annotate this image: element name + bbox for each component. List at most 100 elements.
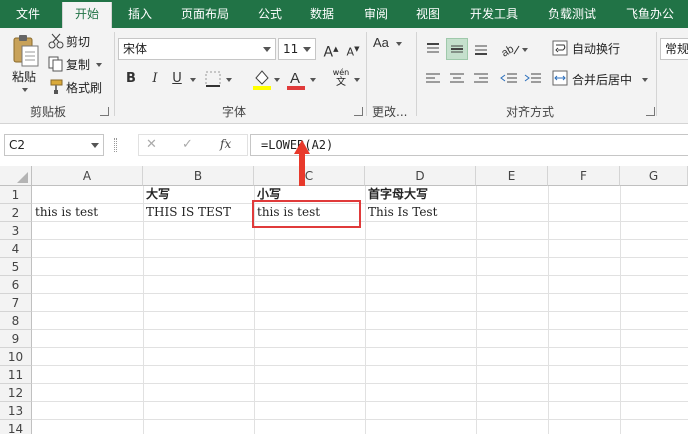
align-right-button[interactable] bbox=[470, 68, 492, 90]
row-header-5[interactable]: 5 bbox=[0, 258, 32, 276]
row-header-10[interactable]: 10 bbox=[0, 348, 32, 366]
row-header-1[interactable]: 1 bbox=[0, 186, 32, 204]
increase-indent-button[interactable] bbox=[522, 68, 544, 90]
formula-input[interactable]: =LOWER(A2) bbox=[250, 134, 688, 156]
tab-home[interactable]: 开始 bbox=[62, 2, 112, 28]
bold-button[interactable]: B bbox=[120, 68, 142, 90]
wrap-text-label[interactable]: 自动换行 bbox=[572, 40, 620, 57]
column-header-f[interactable]: F bbox=[548, 166, 620, 186]
column-header-e[interactable]: E bbox=[476, 166, 548, 186]
cut-icon[interactable] bbox=[48, 33, 64, 49]
row-header-12[interactable]: 12 bbox=[0, 384, 32, 402]
group-divider bbox=[416, 32, 417, 116]
cell-b2[interactable]: THIS IS TEST bbox=[143, 203, 231, 221]
font-size-select[interactable]: 11 bbox=[278, 38, 316, 60]
paste-button[interactable] bbox=[10, 34, 42, 68]
decrease-font-size-button[interactable]: A▼ bbox=[342, 38, 364, 60]
format-painter-label[interactable]: 格式刷 bbox=[66, 79, 102, 96]
fill-color-dropdown-icon[interactable] bbox=[274, 78, 280, 82]
tab-review[interactable]: 审阅 bbox=[354, 0, 398, 28]
font-color-icon[interactable]: A bbox=[286, 68, 306, 90]
column-header-a[interactable]: A bbox=[32, 166, 143, 186]
column-header-g[interactable]: G bbox=[620, 166, 688, 186]
cell-d2[interactable]: This Is Test bbox=[365, 203, 437, 221]
name-box[interactable]: C2 bbox=[4, 134, 104, 156]
row-header-9[interactable]: 9 bbox=[0, 330, 32, 348]
number-format-select[interactable]: 常规 bbox=[660, 38, 688, 60]
row-header-13[interactable]: 13 bbox=[0, 402, 32, 420]
enter-icon[interactable]: ✓ bbox=[182, 137, 193, 152]
insert-function-icon[interactable]: fx bbox=[220, 137, 231, 151]
align-bottom-button[interactable] bbox=[470, 38, 492, 60]
tab-feiyu-office[interactable]: 飞鱼办公 bbox=[616, 0, 684, 28]
copy-dropdown-icon[interactable] bbox=[96, 63, 102, 67]
tab-data[interactable]: 数据 bbox=[300, 0, 344, 28]
merge-center-label[interactable]: 合并后居中 bbox=[572, 71, 632, 88]
row-header-11[interactable]: 11 bbox=[0, 366, 32, 384]
worksheet-grid[interactable]: A B C D E F G 1 2 3 4 5 6 7 8 9 10 11 12… bbox=[0, 140, 688, 434]
name-box-value: C2 bbox=[9, 138, 26, 152]
ribbon-tab-bar: 文件 开始 插入 页面布局 公式 数据 审阅 视图 开发工具 负载测试 飞鱼办公 bbox=[0, 0, 688, 28]
merge-dropdown-icon[interactable] bbox=[642, 78, 648, 82]
tab-load-test[interactable]: 负载测试 bbox=[538, 0, 606, 28]
wrap-text-icon[interactable] bbox=[552, 40, 568, 56]
cell-d1[interactable]: 首字母大写 bbox=[365, 185, 428, 203]
cut-label[interactable]: 剪切 bbox=[66, 33, 90, 50]
row-header-14[interactable]: 14 bbox=[0, 420, 32, 434]
phonetic-guide-button[interactable]: wén 文 bbox=[328, 68, 354, 92]
resize-handle[interactable] bbox=[114, 138, 117, 152]
align-bottom-icon bbox=[475, 45, 487, 55]
font-launcher-icon[interactable] bbox=[354, 107, 363, 116]
tab-page-layout[interactable]: 页面布局 bbox=[170, 0, 240, 28]
align-left-button[interactable] bbox=[422, 68, 444, 90]
row-header-3[interactable]: 3 bbox=[0, 222, 32, 240]
select-all-corner[interactable] bbox=[0, 166, 32, 186]
row-header-4[interactable]: 4 bbox=[0, 240, 32, 258]
cell-a2[interactable]: this is test bbox=[32, 203, 98, 221]
align-top-button[interactable] bbox=[422, 38, 444, 60]
tab-file[interactable]: 文件 bbox=[4, 0, 52, 28]
decrease-indent-icon bbox=[500, 73, 517, 83]
change-case-dropdown-icon[interactable] bbox=[396, 42, 402, 46]
copy-label[interactable]: 复制 bbox=[66, 56, 90, 73]
column-header-b[interactable]: B bbox=[143, 166, 254, 186]
copy-icon[interactable] bbox=[48, 56, 64, 72]
tab-insert[interactable]: 插入 bbox=[118, 0, 162, 28]
paste-dropdown-icon[interactable] bbox=[22, 88, 28, 92]
paste-label[interactable]: 粘贴 bbox=[12, 68, 36, 85]
tab-formulas[interactable]: 公式 bbox=[248, 0, 292, 28]
align-center-button[interactable] bbox=[446, 68, 468, 90]
decrease-indent-button[interactable] bbox=[498, 68, 520, 90]
font-name-select[interactable]: 宋体 bbox=[118, 38, 276, 60]
row-header-6[interactable]: 6 bbox=[0, 276, 32, 294]
row-header-2[interactable]: 2 bbox=[0, 204, 32, 222]
underline-button[interactable]: U bbox=[166, 68, 188, 90]
column-header-d[interactable]: D bbox=[365, 166, 476, 186]
borders-dropdown-icon[interactable] bbox=[226, 78, 232, 82]
cell-b1[interactable]: 大写 bbox=[143, 185, 170, 203]
align-middle-button[interactable] bbox=[446, 38, 468, 60]
tab-developer[interactable]: 开发工具 bbox=[460, 0, 528, 28]
decrease-font-icon: A bbox=[346, 45, 355, 59]
cancel-icon[interactable]: ✕ bbox=[146, 137, 157, 152]
increase-font-size-button[interactable]: A▲ bbox=[320, 38, 342, 61]
font-color-dropdown-icon[interactable] bbox=[310, 78, 316, 82]
merge-center-icon[interactable] bbox=[552, 70, 568, 86]
underline-dropdown-icon[interactable] bbox=[190, 78, 196, 82]
row-header-7[interactable]: 7 bbox=[0, 294, 32, 312]
clipboard-launcher-icon[interactable] bbox=[100, 107, 109, 116]
row-header-8[interactable]: 8 bbox=[0, 312, 32, 330]
format-painter-icon[interactable] bbox=[48, 79, 64, 95]
italic-button[interactable]: I bbox=[144, 68, 166, 90]
borders-icon[interactable] bbox=[204, 70, 222, 88]
orientation-dropdown-icon[interactable] bbox=[522, 48, 528, 52]
group-divider bbox=[656, 32, 657, 116]
grid-line bbox=[32, 329, 688, 330]
change-case-icon[interactable]: Aa bbox=[372, 34, 394, 52]
align-center-icon bbox=[450, 73, 464, 83]
orientation-icon[interactable]: ab bbox=[499, 40, 520, 60]
alignment-launcher-icon[interactable] bbox=[646, 107, 655, 116]
fill-color-icon[interactable] bbox=[252, 68, 272, 90]
phonetic-dropdown-icon[interactable] bbox=[354, 78, 360, 82]
tab-view[interactable]: 视图 bbox=[406, 0, 450, 28]
